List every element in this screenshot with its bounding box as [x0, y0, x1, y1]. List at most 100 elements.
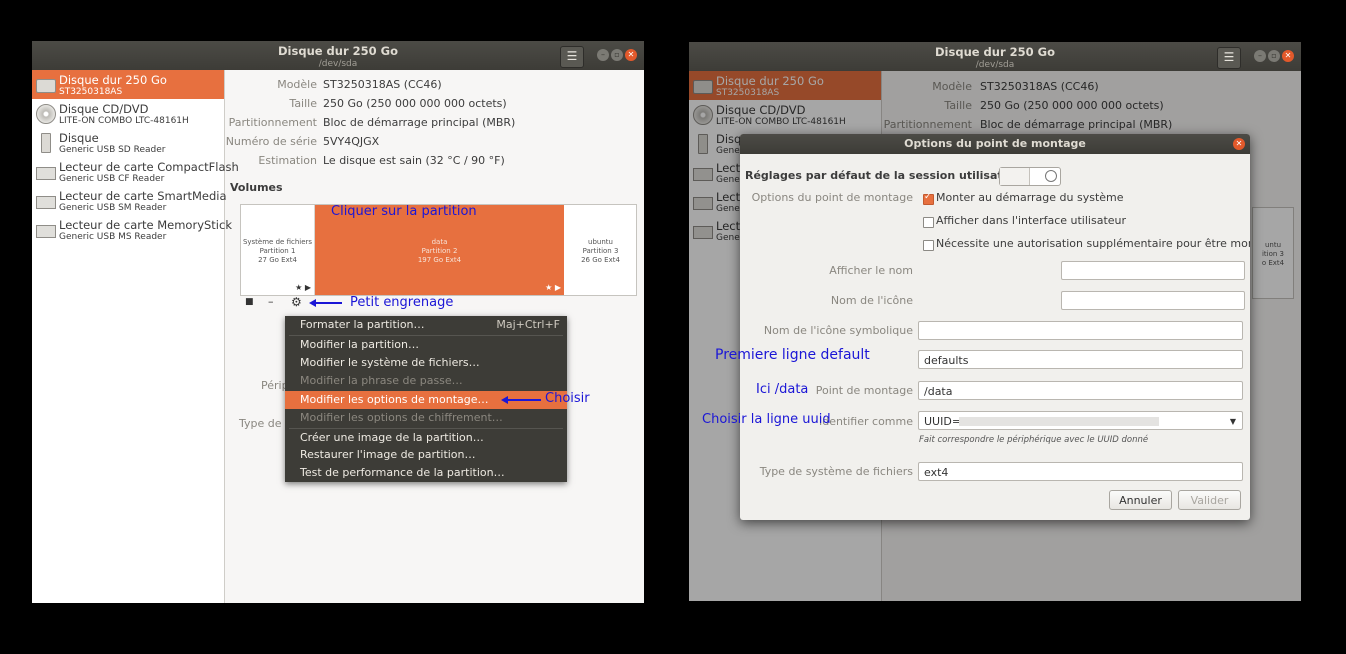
prop-label: Estimation: [258, 154, 317, 167]
prop-size: Taille 250 Go (250 000 000 000 octets): [225, 97, 506, 116]
partition-name: data: [431, 238, 448, 246]
drive-item-sd[interactable]: Disque Generic USB SD Reader: [32, 128, 224, 157]
prop-value: 5VY4QJGX: [323, 135, 380, 148]
menu-item-edit-partition[interactable]: Modifier la partition…: [285, 336, 567, 354]
minimize-icon[interactable]: –: [597, 49, 609, 61]
checkbox-label: Nécessite une autorisation supplémentair…: [936, 237, 1250, 250]
partition-name: ubuntu: [588, 238, 613, 246]
session-defaults-toggle[interactable]: [999, 167, 1061, 186]
menu-item-benchmark[interactable]: Test de performance de la partition…: [285, 464, 567, 482]
identify-hint: Fait correspondre le périphérique avec l…: [919, 435, 1149, 445]
partition-number: Partition 1: [259, 247, 296, 255]
drive-item-cd[interactable]: Disque CD/DVD LITE-ON COMBO LTC-48161H: [32, 99, 224, 128]
partition-size: 27 Go Ext4: [258, 256, 297, 264]
checkbox-label: Afficher dans l'interface utilisateur: [936, 214, 1127, 227]
fs-type-input[interactable]: ext4: [918, 462, 1243, 481]
menu-item-edit-filesystem[interactable]: Modifier le système de fichiers…: [285, 354, 567, 372]
show-in-ui-checkbox[interactable]: [923, 217, 934, 228]
card-reader-icon: [36, 225, 56, 238]
card-reader-icon: [36, 196, 56, 209]
close-icon[interactable]: ✕: [1233, 138, 1245, 150]
drive-name: Lecteur de carte MemoryStick: [59, 218, 232, 232]
require-auth-checkbox[interactable]: [923, 240, 934, 251]
prop-assessment: Estimation Le disque est sain (32 °C / 9…: [225, 154, 504, 173]
fs-type-label: Type de système de fichiers: [759, 465, 913, 478]
drive-item-hdd[interactable]: Disque dur 250 Go ST3250318AS: [32, 70, 224, 99]
annotation-first-line: Premiere ligne default: [715, 347, 870, 363]
menu-item-create-image[interactable]: Créer une image de la partition…: [285, 429, 567, 447]
window-titlebar[interactable]: Disque dur 250 Go /dev/sda ☰ – ▫ ✕: [32, 41, 644, 70]
window-titlebar[interactable]: Disque dur 250 Go /dev/sda ☰ – ▫ ✕: [689, 42, 1301, 71]
dialog-title: Options du point de montage: [904, 137, 1086, 150]
drive-model: Generic USB SD Reader: [59, 145, 166, 155]
star-play-icon: ★ ▶: [295, 283, 311, 292]
icon-name-input[interactable]: [1061, 291, 1245, 310]
minus-icon[interactable]: –: [268, 295, 274, 308]
window-title: Disque dur 250 Go: [935, 45, 1055, 59]
ok-button: Valider: [1178, 490, 1241, 510]
mount-point-input[interactable]: /data: [918, 381, 1243, 400]
checkbox-label: Monter au démarrage du système: [936, 191, 1124, 204]
prop-label: Modèle: [277, 78, 317, 91]
annotation-here-data: Ici /data: [756, 382, 809, 397]
uuid-redacted-bar: [959, 417, 1159, 426]
prop-partitioning: Partitionnement Bloc de démarrage princi…: [225, 116, 516, 135]
star-play-icon: ★ ▶: [545, 283, 561, 292]
menu-item-format[interactable]: Formater la partition… Maj+Ctrl+F: [285, 316, 567, 334]
hamburger-menu-icon[interactable]: ☰: [1217, 47, 1241, 69]
partition-1[interactable]: Système de fichiers Partition 1 27 Go Ex…: [241, 205, 315, 295]
hamburger-menu-icon[interactable]: ☰: [560, 46, 584, 68]
gear-icon[interactable]: ⚙: [291, 295, 302, 309]
symbolic-icon-label: Nom de l'icône symbolique: [763, 324, 913, 337]
menu-accelerator: Maj+Ctrl+F: [496, 318, 560, 331]
stop-icon[interactable]: ■: [245, 297, 254, 307]
window-controls: – ▫ ✕: [597, 49, 637, 61]
drive-name: Disque CD/DVD: [59, 102, 149, 116]
window-title: Disque dur 250 Go: [278, 44, 398, 58]
close-icon[interactable]: ✕: [625, 49, 637, 61]
drive-item-ms[interactable]: Lecteur de carte MemoryStick Generic USB…: [32, 215, 232, 244]
icon-name-label: Nom de l'icône: [830, 294, 913, 307]
drive-item-cf[interactable]: Lecteur de carte CompactFlash Generic US…: [32, 157, 239, 186]
annotation-choose: Choisir: [545, 391, 590, 406]
maximize-icon[interactable]: ▫: [1268, 50, 1280, 62]
drive-model: Generic USB CF Reader: [59, 174, 165, 184]
dropdown-arrow-icon: ▼: [1229, 417, 1236, 426]
mount-point-label: Point de montage: [815, 384, 913, 397]
switch-track: [1000, 168, 1030, 185]
identify-as-label: Identifier comme: [818, 415, 913, 428]
menu-label: Formater la partition…: [300, 318, 425, 331]
partition-label: Système de fichiers Partition 1 27 Go Ex…: [241, 238, 314, 265]
usb-icon: [41, 133, 51, 153]
annotation-choose-uuid: Choisir la ligne uuid: [702, 412, 831, 427]
prop-value: 250 Go (250 000 000 000 octets): [323, 97, 507, 110]
volumes-heading: Volumes: [230, 181, 283, 194]
annotation-gear: Petit engrenage: [350, 295, 454, 310]
close-icon[interactable]: ✕: [1282, 50, 1294, 62]
startup-mount-checkbox[interactable]: [923, 192, 934, 205]
prop-label: Taille: [289, 97, 317, 110]
disks-window-right: Disque dur 250 Go /dev/sda ☰ – ▫ ✕ Disqu…: [689, 42, 1301, 601]
menu-item-restore-image[interactable]: Restaurer l'image de partition…: [285, 446, 567, 464]
card-reader-icon: [36, 167, 56, 180]
window-controls: – ▫ ✕: [1254, 50, 1294, 62]
mount-options-input[interactable]: defaults: [918, 350, 1243, 369]
display-name-input[interactable]: [1061, 261, 1245, 280]
dialog-titlebar[interactable]: Options du point de montage ✕: [740, 134, 1250, 154]
drive-name: Disque dur 250 Go: [59, 73, 167, 87]
partition-label: data Partition 2 197 Go Ext4: [315, 238, 564, 265]
minimize-icon[interactable]: –: [1254, 50, 1266, 62]
maximize-icon[interactable]: ▫: [611, 49, 623, 61]
menu-item-passphrase: Modifier la phrase de passe…: [300, 374, 463, 387]
symbolic-icon-input[interactable]: [918, 321, 1243, 340]
window-subtitle: /dev/sda: [318, 59, 358, 69]
drive-model: ST3250318AS: [59, 87, 123, 97]
drive-name: Lecteur de carte CompactFlash: [59, 160, 239, 174]
prop-value: Bloc de démarrage principal (MBR): [323, 116, 516, 129]
drive-model: LITE-ON COMBO LTC-48161H: [59, 116, 189, 126]
annotation-click-partition: Cliquer sur la partition: [331, 204, 477, 219]
drive-item-sm[interactable]: Lecteur de carte SmartMedia Generic USB …: [32, 186, 227, 215]
cancel-button[interactable]: Annuler: [1109, 490, 1172, 510]
partition-3[interactable]: ubuntu Partition 3 26 Go Ext4: [565, 205, 636, 295]
identify-as-select[interactable]: UUID= ▼: [918, 411, 1243, 430]
